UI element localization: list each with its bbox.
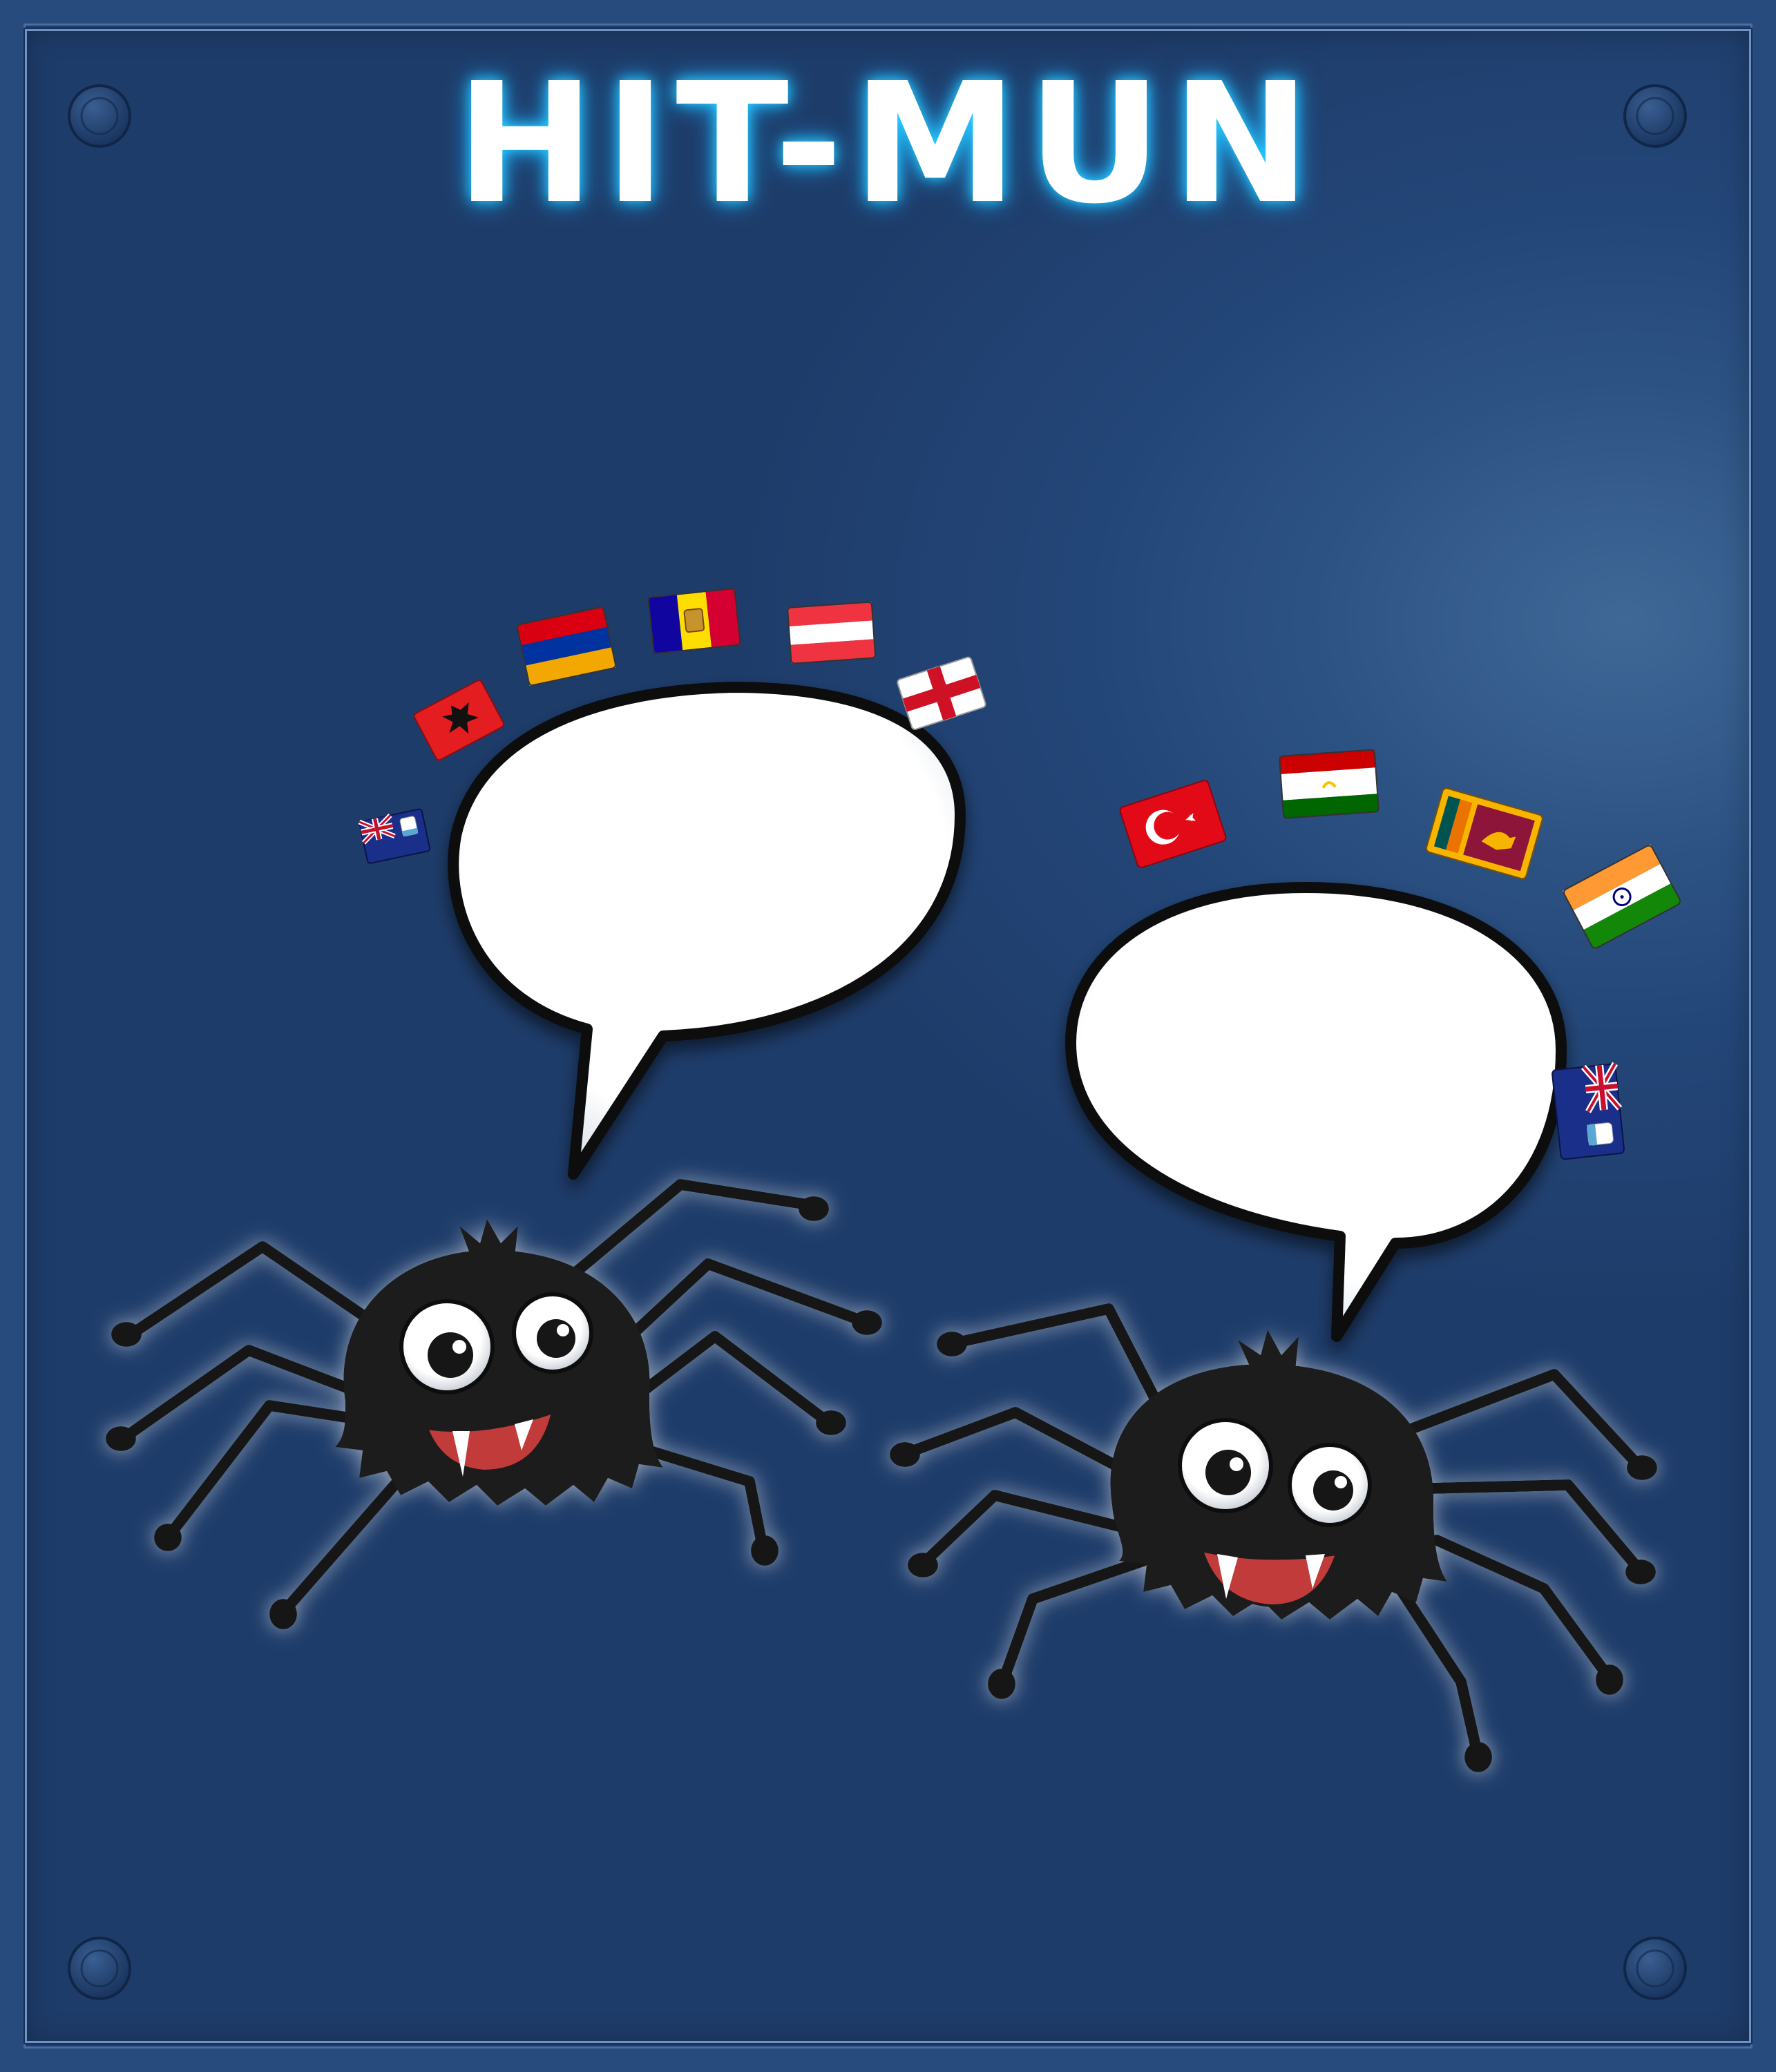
poster: HIT-MUN (0, 0, 1776, 2072)
spider-icon (106, 1179, 882, 1629)
england-flag-icon (897, 656, 986, 730)
sri-lanka-flag-icon (1425, 787, 1543, 880)
poster-artwork (68, 84, 1687, 2000)
speech-bubble-icon (1065, 882, 1567, 1342)
albania-flag-icon (413, 680, 505, 761)
spider-icon (890, 1303, 1657, 1772)
screw-icon (68, 84, 131, 148)
anguilla-flag-icon (1551, 1062, 1625, 1160)
turkey-flag-icon (1119, 780, 1227, 868)
screw-icon (1623, 84, 1687, 148)
austria-flag-icon (787, 601, 877, 664)
armenia-flag-icon (516, 606, 616, 687)
screw-icon (68, 1937, 131, 2000)
anguilla-flag-icon (358, 808, 431, 864)
india-flag-icon (1563, 844, 1682, 950)
andorra-flag-icon (647, 588, 741, 655)
tajikistan-flag-icon (1279, 749, 1379, 819)
speech-bubble-icon (448, 682, 966, 1180)
screw-icon (1623, 1937, 1687, 2000)
